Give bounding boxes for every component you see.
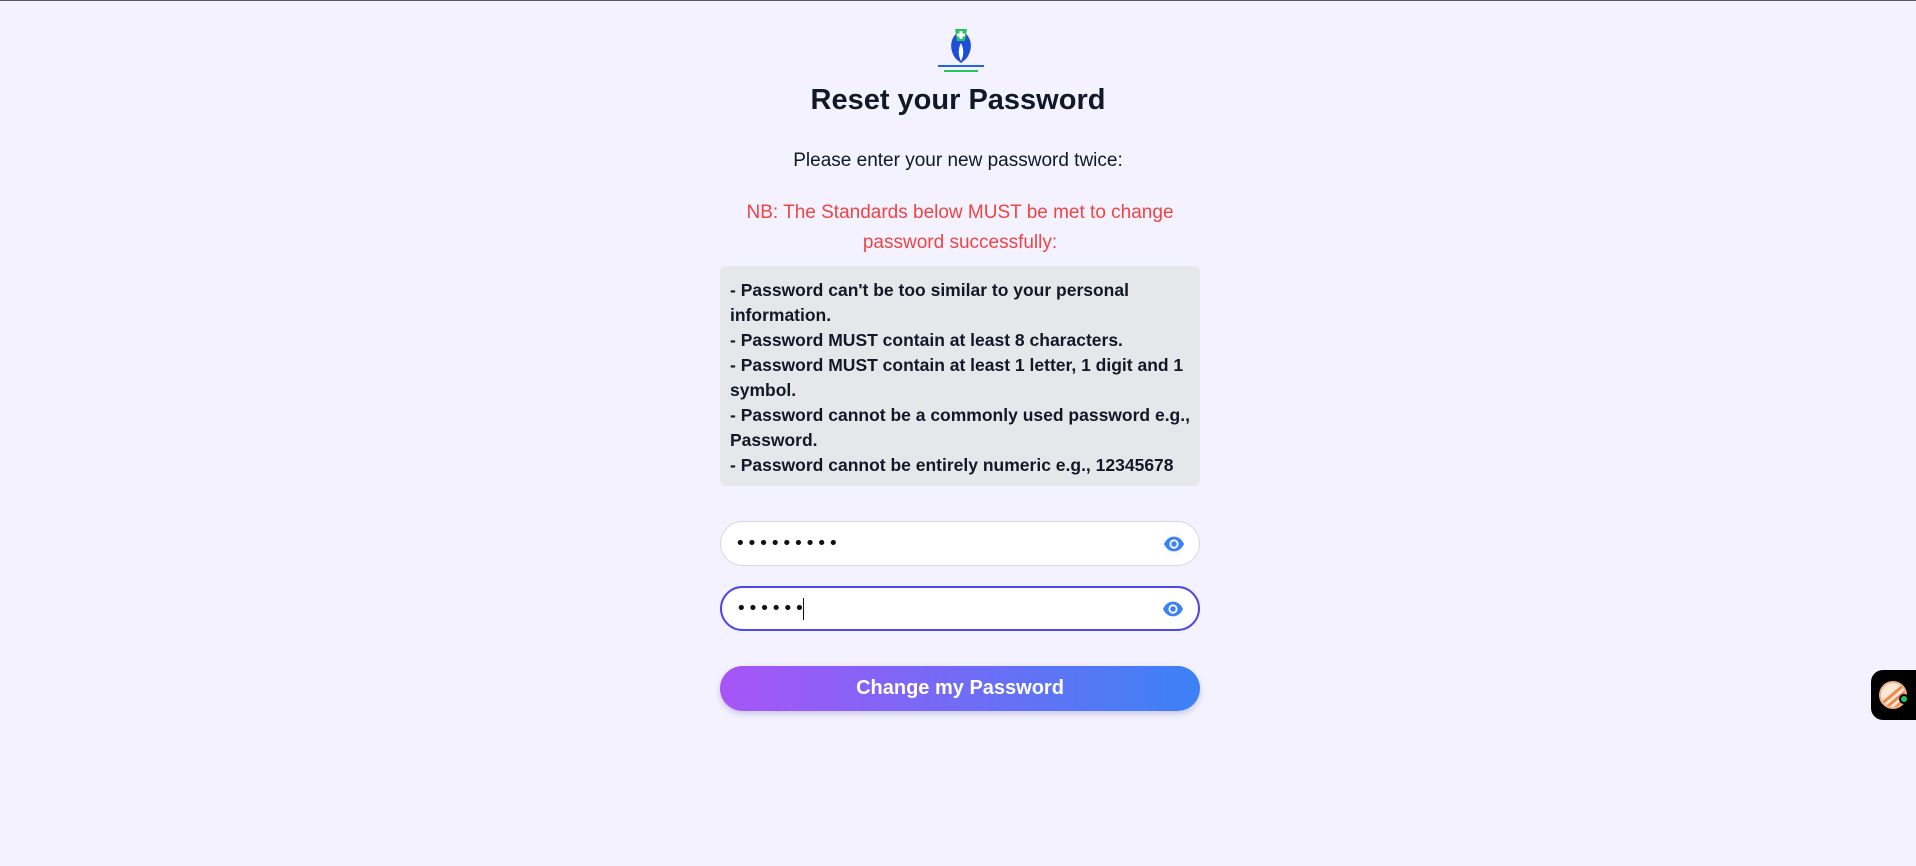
rule-item: - Password MUST contain at least 8 chara… xyxy=(730,330,1123,350)
page-title: Reset your Password xyxy=(810,84,1106,116)
text-cursor xyxy=(803,597,804,620)
change-password-button[interactable]: Change my Password xyxy=(720,666,1200,711)
brand-logo xyxy=(932,25,990,75)
logo-icon xyxy=(938,29,984,72)
confirm-password-field[interactable] xyxy=(720,586,1200,631)
instruction-text: Please enter your new password twice: xyxy=(793,150,1123,171)
password-rules-box: - Password can't be too similar to your … xyxy=(720,266,1200,486)
rule-item: - Password cannot be a commonly used pas… xyxy=(730,405,1190,450)
online-status-icon xyxy=(1899,694,1909,704)
new-password-input[interactable] xyxy=(735,533,1155,554)
confirm-password-input[interactable] xyxy=(736,598,802,619)
standards-warning: NB: The Standards below MUST be met to c… xyxy=(746,202,1174,253)
eye-icon[interactable] xyxy=(1162,598,1184,620)
chat-widget-button[interactable] xyxy=(1871,670,1916,720)
eye-icon[interactable] xyxy=(1163,533,1185,555)
reset-password-page: Reset your Password Please enter your ne… xyxy=(0,0,1916,866)
rule-item: - Password MUST contain at least 1 lette… xyxy=(730,355,1184,400)
rule-item: - Password can't be too similar to your … xyxy=(730,280,1129,325)
new-password-field[interactable] xyxy=(720,521,1200,566)
rule-item: - Password cannot be entirely numeric e.… xyxy=(730,455,1174,475)
